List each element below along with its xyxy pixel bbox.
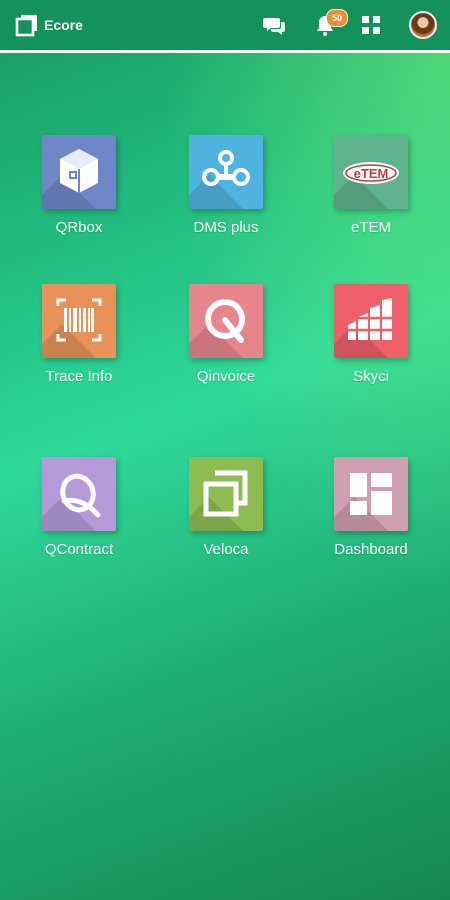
- nodes-icon: [202, 150, 250, 186]
- logo-icon: [15, 15, 37, 37]
- avatar[interactable]: [409, 11, 437, 39]
- app-tile: [42, 284, 116, 358]
- app-label: QContract: [44, 541, 114, 558]
- app-tile: [189, 284, 263, 358]
- app-name: Ecore: [44, 17, 83, 33]
- app-tile: [334, 284, 408, 358]
- app-tile: [42, 135, 116, 209]
- app-trace-info[interactable]: Trace Info: [14, 284, 144, 385]
- app-label: eTEM: [350, 219, 391, 236]
- app-label: Skyci: [353, 368, 389, 385]
- app-label: Dashboard: [334, 541, 408, 558]
- notifications-button[interactable]: 50: [312, 9, 348, 38]
- app-etem[interactable]: eTEM eTEM: [306, 135, 436, 236]
- app-logo[interactable]: Ecore: [14, 12, 83, 38]
- app-dashboard[interactable]: Dashboard: [306, 457, 436, 558]
- app-label: Veloca: [203, 541, 249, 558]
- app-label: DMS plus: [193, 219, 259, 236]
- app-label: QRbox: [55, 219, 103, 236]
- q-icon: [205, 299, 245, 343]
- chat-icon[interactable]: [261, 12, 287, 38]
- etem-logo-text: eTEM: [354, 166, 389, 181]
- box-icon: [60, 149, 98, 193]
- app-skyci[interactable]: Skyci: [306, 284, 436, 385]
- app-tile: [189, 457, 263, 531]
- barcode-icon: [56, 298, 102, 342]
- veloca-icon: [203, 470, 248, 517]
- q-contract-icon: [60, 473, 101, 518]
- etem-logo-icon: eTEM: [343, 162, 399, 184]
- notification-badge: 50: [326, 9, 348, 27]
- skyci-icon: [346, 298, 394, 340]
- app-label: Trace Info: [45, 368, 113, 385]
- app-tile: eTEM: [334, 135, 408, 209]
- app-label: Qinvoice: [196, 368, 256, 385]
- grid-icon[interactable]: [358, 12, 384, 38]
- app-qrbox[interactable]: QRbox: [14, 135, 144, 236]
- top-bar: Ecore 50: [0, 0, 450, 53]
- app-qcontract[interactable]: QContract: [14, 457, 144, 558]
- app-tile: [42, 457, 116, 531]
- app-tile: [189, 135, 263, 209]
- app-dms-plus[interactable]: DMS plus: [161, 135, 291, 236]
- dashboard-icon: [350, 473, 392, 515]
- app-tile: [334, 457, 408, 531]
- app-veloca[interactable]: Veloca: [161, 457, 291, 558]
- app-qinvoice[interactable]: Qinvoice: [161, 284, 291, 385]
